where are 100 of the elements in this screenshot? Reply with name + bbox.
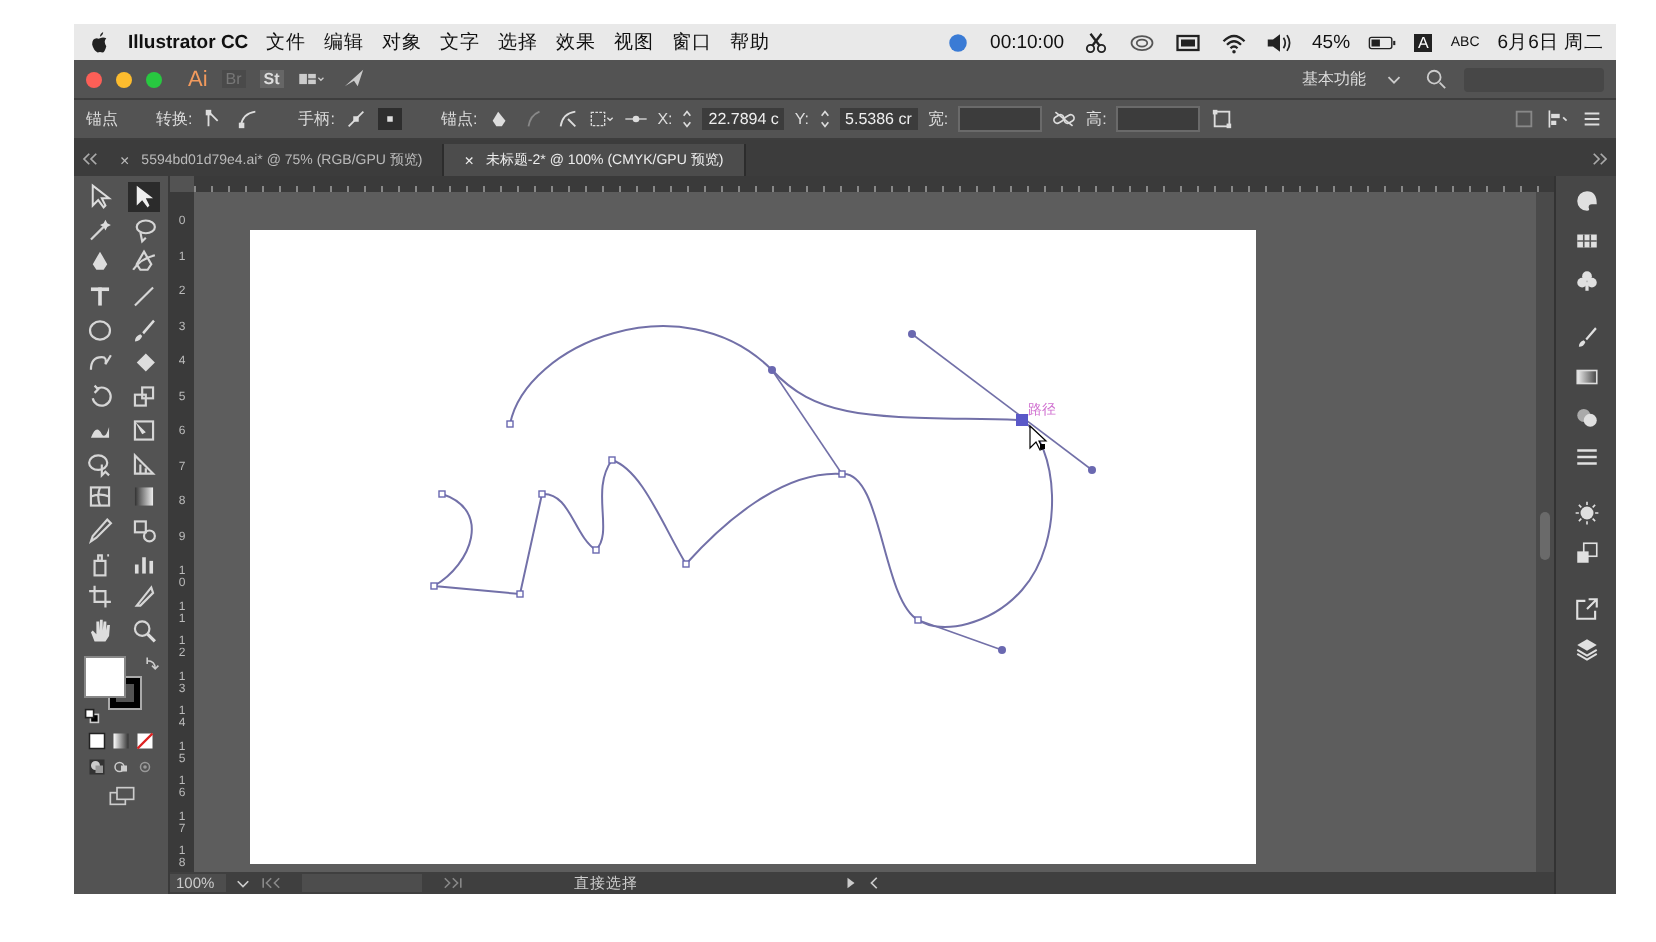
close-tab-button[interactable]: × bbox=[464, 151, 474, 169]
layers-panel-icon[interactable] bbox=[1573, 636, 1599, 662]
appearance-panel-icon[interactable] bbox=[1573, 500, 1599, 526]
anchor-point[interactable] bbox=[538, 490, 546, 498]
date-time[interactable]: 6月6日 周二 bbox=[1497, 29, 1604, 55]
gradient-panel-icon[interactable] bbox=[1573, 364, 1599, 390]
ellipse-tool-icon[interactable] bbox=[83, 315, 115, 345]
bezier-path[interactable] bbox=[433, 325, 1053, 628]
menu-item[interactable]: 视图 bbox=[614, 29, 655, 55]
battery-icon[interactable] bbox=[1368, 31, 1397, 53]
cut-path-icon[interactable] bbox=[555, 108, 580, 130]
stepper-icon[interactable] bbox=[819, 108, 830, 130]
gradient-mode-icon[interactable] bbox=[112, 732, 130, 751]
chevron-left-icon[interactable] bbox=[868, 876, 883, 890]
anchor-point[interactable] bbox=[430, 582, 438, 590]
stepper-icon[interactable] bbox=[682, 108, 693, 130]
symbols-panel-icon[interactable] bbox=[1573, 268, 1599, 294]
align-icon[interactable] bbox=[1546, 108, 1570, 130]
direction-handle[interactable] bbox=[768, 366, 843, 475]
play-icon[interactable] bbox=[844, 876, 859, 890]
artboard-number-field[interactable] bbox=[302, 874, 423, 892]
anchor-point[interactable] bbox=[592, 546, 600, 554]
scrollbar-thumb[interactable] bbox=[1540, 512, 1550, 560]
wifi-icon[interactable] bbox=[1220, 31, 1249, 53]
color-guide-panel-icon[interactable] bbox=[1573, 188, 1599, 214]
app-logo: Ai bbox=[188, 67, 208, 91]
scissors-icon[interactable] bbox=[1082, 31, 1111, 53]
x-field[interactable]: 22.7894 c bbox=[702, 108, 785, 130]
direction-handle[interactable] bbox=[917, 619, 1006, 654]
anchor-point[interactable] bbox=[506, 420, 514, 428]
collapse-icon[interactable] bbox=[82, 151, 100, 165]
anchor-point[interactable] bbox=[838, 470, 846, 478]
color-mode-icon[interactable] bbox=[88, 732, 106, 751]
minimize-window-button[interactable] bbox=[116, 71, 132, 87]
caret-icon[interactable] bbox=[236, 876, 251, 890]
transform-icon[interactable] bbox=[1210, 108, 1235, 130]
draw-behind-icon[interactable] bbox=[112, 758, 130, 777]
width-label: 宽: bbox=[927, 108, 949, 130]
height-label: 高: bbox=[1086, 108, 1107, 130]
stock-button[interactable]: St bbox=[259, 70, 284, 88]
stroke-panel-icon[interactable] bbox=[1573, 444, 1599, 470]
menu-icon[interactable] bbox=[1580, 108, 1604, 130]
anchor-point[interactable] bbox=[438, 490, 446, 498]
close-window-button[interactable] bbox=[86, 71, 102, 87]
collapse-icon[interactable] bbox=[1590, 151, 1608, 165]
app-menu[interactable]: Illustrator CC bbox=[128, 31, 249, 53]
default-colors-icon[interactable] bbox=[83, 708, 99, 725]
graphic-styles-panel-icon[interactable] bbox=[1573, 540, 1599, 566]
handles-label: 手柄: bbox=[298, 108, 335, 130]
align-selection-icon[interactable] bbox=[589, 108, 614, 130]
arrange-documents-icon[interactable] bbox=[297, 68, 326, 90]
menu-item[interactable]: 对象 bbox=[382, 29, 423, 55]
menu-item[interactable]: 选择 bbox=[498, 29, 539, 55]
anchor-point[interactable] bbox=[516, 590, 524, 598]
display-icon[interactable] bbox=[1174, 31, 1203, 53]
artboard-tool-icon[interactable] bbox=[83, 582, 115, 612]
direction-handle[interactable] bbox=[908, 330, 1096, 474]
menu-item[interactable]: 编辑 bbox=[324, 29, 365, 55]
search-icon[interactable] bbox=[1422, 68, 1450, 90]
y-field[interactable]: 5.5386 cr bbox=[839, 108, 918, 130]
show-handles-icon[interactable] bbox=[344, 108, 369, 130]
convert-to-smooth-icon[interactable] bbox=[236, 108, 261, 130]
workspace-switcher[interactable]: 基本功能 bbox=[1302, 68, 1366, 90]
x-label: X: bbox=[657, 110, 673, 128]
eyedropper-tool-icon[interactable] bbox=[83, 515, 115, 545]
link-icon[interactable] bbox=[1052, 108, 1077, 130]
direct-selection-tool-icon[interactable] bbox=[127, 182, 159, 211]
y-label: Y: bbox=[794, 110, 810, 128]
menu-item[interactable]: 帮助 bbox=[730, 29, 771, 55]
apple-logo-icon[interactable] bbox=[90, 31, 110, 53]
anchors-label: 锚点: bbox=[440, 108, 478, 130]
selection-type-label: 锚点 bbox=[86, 108, 118, 130]
battery-percentage: 45% bbox=[1312, 31, 1351, 53]
timer: 00:10:00 bbox=[990, 31, 1065, 53]
anchor-point[interactable] bbox=[682, 560, 690, 568]
volume-icon[interactable] bbox=[1266, 31, 1295, 53]
height-field[interactable] bbox=[1116, 106, 1201, 132]
swap-arrow-icon[interactable] bbox=[143, 656, 159, 673]
width-field[interactable] bbox=[958, 106, 1043, 132]
draw-normal-icon[interactable] bbox=[88, 758, 106, 777]
draw-inside-icon[interactable] bbox=[136, 758, 154, 777]
transparency-panel-icon[interactable] bbox=[1573, 404, 1599, 430]
zoom-window-button[interactable] bbox=[146, 71, 162, 87]
input-method-badge[interactable]: A bbox=[1414, 33, 1433, 51]
close-tab-button[interactable]: × bbox=[120, 151, 130, 169]
cursor-icon bbox=[1029, 424, 1048, 451]
menu-item[interactable]: 窗口 bbox=[672, 29, 713, 55]
fill-stroke-swatch-icon[interactable] bbox=[83, 656, 143, 713]
none-mode-icon[interactable] bbox=[136, 732, 154, 751]
hide-handles-icon[interactable] bbox=[378, 108, 403, 130]
menu-item[interactable]: 效果 bbox=[556, 29, 597, 55]
menu-item[interactable]: 文字 bbox=[440, 29, 481, 55]
shape-builder-tool-icon[interactable] bbox=[83, 449, 115, 478]
brushes-panel-icon[interactable] bbox=[1573, 324, 1599, 350]
menu-item[interactable]: 文件 bbox=[266, 29, 307, 55]
screen-mode-icon[interactable] bbox=[107, 786, 135, 807]
convert-label: 转换: bbox=[156, 108, 193, 130]
anchor-point[interactable] bbox=[608, 456, 616, 464]
anchor-point[interactable] bbox=[914, 616, 922, 624]
export-panel-icon[interactable] bbox=[1573, 596, 1599, 622]
